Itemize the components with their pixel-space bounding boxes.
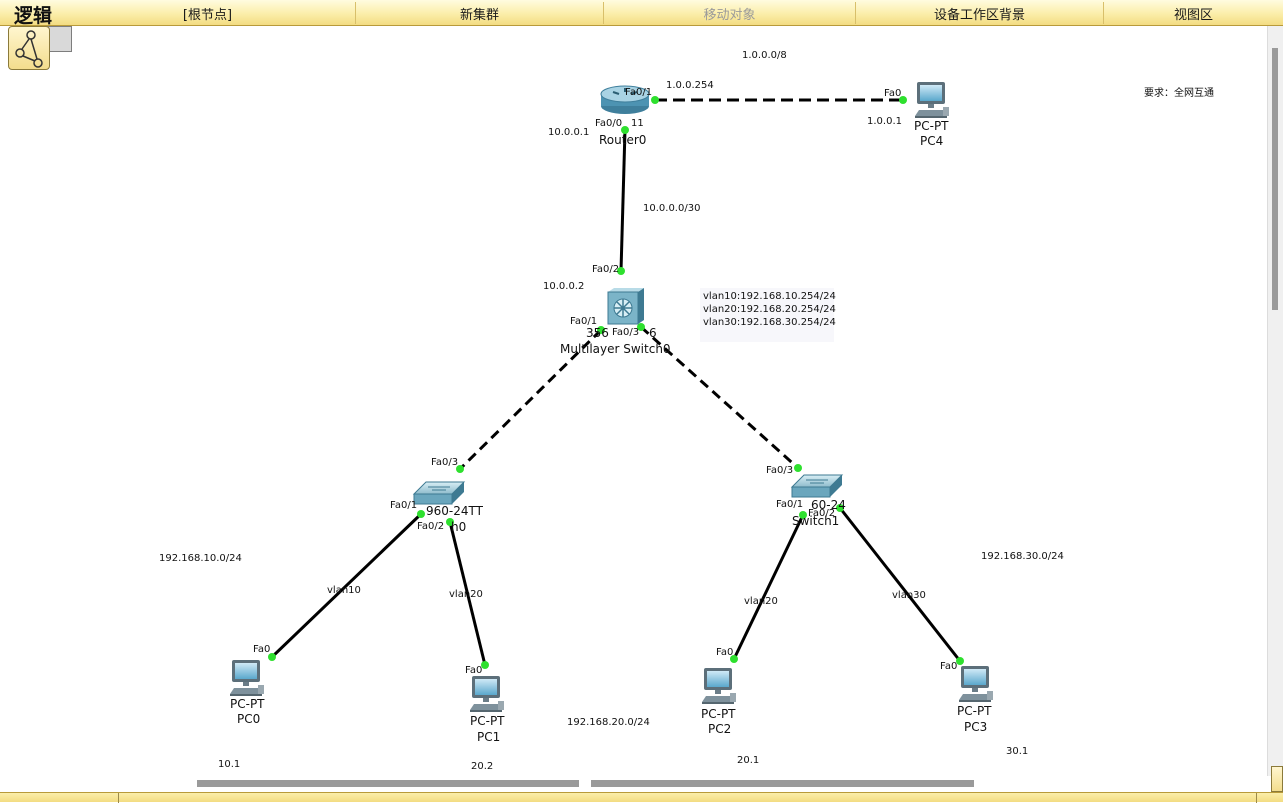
- router0-port-fa00: Fa0/0: [595, 118, 623, 129]
- horizontal-scroll-thumb-secondary[interactable]: [591, 780, 974, 787]
- new-cluster-button[interactable]: 新集群: [356, 2, 604, 24]
- link-switch1-pc2: [732, 514, 805, 660]
- pc3-port: Fa0: [940, 661, 958, 672]
- viewport-button[interactable]: 视图区: [1104, 2, 1283, 24]
- link-label-pc2-vlan: vlan20: [744, 596, 778, 607]
- network-label-vlan30: 192.168.30.0/24: [981, 551, 1064, 562]
- pc1-name: PC1: [477, 730, 501, 744]
- vertical-scroll-thumb[interactable]: [1272, 48, 1278, 196]
- router0-ip-fa00: 10.0.0.1: [548, 127, 590, 138]
- horizontal-scrollbar[interactable]: [0, 776, 1267, 792]
- pc-icon-pc0[interactable]: [230, 660, 264, 696]
- network-label-vlan20: 192.168.20.0/24: [567, 717, 650, 728]
- router0-ip-fa01: 1.0.0.254: [666, 80, 714, 91]
- pc2-ip: 20.1: [737, 755, 760, 766]
- mls0-port-fa03: Fa0/3: [612, 327, 640, 338]
- pc1-port: Fa0: [465, 665, 483, 676]
- logical-workspace-canvas[interactable]: 1.0.0.0/8 要求：全网互通 Fa0/1 1.0.0.254 Fa0/0 …: [0, 26, 1267, 776]
- link-label-pc0-vlan: vlan10: [327, 585, 361, 596]
- switch-icon-switch0[interactable]: [412, 481, 466, 505]
- switch0-port-fa01: Fa0/1: [390, 500, 418, 511]
- move-object-button[interactable]: 移动对象: [604, 2, 856, 24]
- network-label-vlan10: 192.168.10.0/24: [159, 553, 242, 564]
- workspace-corner-button[interactable]: [1271, 766, 1283, 792]
- logical-workspace-label: 逻辑: [14, 5, 53, 27]
- pc3-type: PC-PT: [957, 704, 992, 718]
- pc3-ip: 30.1: [1006, 746, 1029, 757]
- switch0-model: 960-24TT: [426, 504, 483, 518]
- pc-icon-pc2[interactable]: [702, 668, 736, 704]
- network-links: [270, 98, 962, 666]
- multilayer-switch-icon[interactable]: [607, 288, 644, 325]
- router0-port-fa01: Fa0/1: [625, 87, 653, 98]
- pc0-ip: 10.1: [218, 759, 241, 770]
- vlan10-gateway: vlan10:192.168.10.254/24: [703, 291, 836, 302]
- logical-toolbar: 逻辑 [根节点] 新集群 移动对象 设备工作区背景 视图区: [0, 0, 1283, 27]
- pc1-ip: 20.2: [471, 761, 494, 772]
- pc2-name: PC2: [708, 722, 732, 736]
- mls0-ip: 10.0.0.2: [543, 281, 585, 292]
- vlan20-gateway: vlan20:192.168.20.254/24: [703, 304, 836, 315]
- switch1-port-fa01: Fa0/1: [776, 499, 804, 510]
- pc2-port: Fa0: [716, 647, 734, 658]
- network-label-router-switch: 10.0.0.0/30: [643, 203, 701, 214]
- root-node-button[interactable]: [根节点]: [60, 2, 356, 24]
- switch0-name: h0: [451, 520, 467, 534]
- pc-icon-pc1[interactable]: [470, 676, 504, 712]
- mls0-model-suffix: 6: [649, 326, 657, 340]
- link-label-pc1-vlan: vlan20: [449, 589, 483, 600]
- vertical-scrollbar[interactable]: [1267, 26, 1283, 776]
- pc0-type: PC-PT: [230, 697, 265, 711]
- pc4-port: Fa0: [884, 88, 902, 99]
- vlan30-gateway: vlan30:192.168.30.254/24: [703, 317, 836, 328]
- requirement-note: 要求：全网互通: [1144, 88, 1214, 99]
- mls0-port-fa02: Fa0/2: [592, 264, 620, 275]
- pc-icon-pc4[interactable]: [915, 82, 949, 118]
- bottom-toolbar: [0, 792, 1283, 803]
- port-status-lights: [268, 96, 964, 669]
- router0-overlay-digits: 11: [631, 118, 644, 129]
- vertical-scroll-thumb-secondary[interactable]: [1272, 184, 1278, 310]
- pc2-type: PC-PT: [701, 707, 736, 721]
- link-label-pc3-vlan: vlan30: [892, 590, 926, 601]
- mls0-name: Multilayer Switch0: [560, 342, 671, 356]
- set-background-button[interactable]: 设备工作区背景: [856, 2, 1104, 24]
- pc1-type: PC-PT: [470, 714, 505, 728]
- pc4-type: PC-PT: [914, 119, 949, 133]
- link-router0-mls0: [619, 129, 627, 272]
- switch0-port-fa02: Fa0/2: [417, 521, 445, 532]
- network-label-pc4: 1.0.0.0/8: [742, 50, 787, 61]
- horizontal-scroll-thumb[interactable]: [197, 780, 579, 787]
- logical-view-icon[interactable]: [8, 26, 50, 70]
- switch0-port-fa03: Fa0/3: [431, 457, 459, 468]
- switch1-port-fa03: Fa0/3: [766, 465, 794, 476]
- pc0-name: PC0: [237, 712, 261, 726]
- switch-icon-switch1[interactable]: [790, 474, 844, 498]
- mls0-model: 356: [586, 326, 609, 340]
- switch1-name: Switch1: [792, 514, 840, 528]
- pc3-name: PC3: [964, 720, 988, 734]
- pc4-name: PC4: [920, 134, 944, 148]
- link-switch1-pc3: [838, 507, 962, 662]
- pc-icon-pc3[interactable]: [959, 666, 993, 702]
- pc0-port: Fa0: [253, 644, 271, 655]
- router0-name: Router0: [599, 133, 647, 147]
- pc4-ip: 1.0.0.1: [867, 116, 902, 127]
